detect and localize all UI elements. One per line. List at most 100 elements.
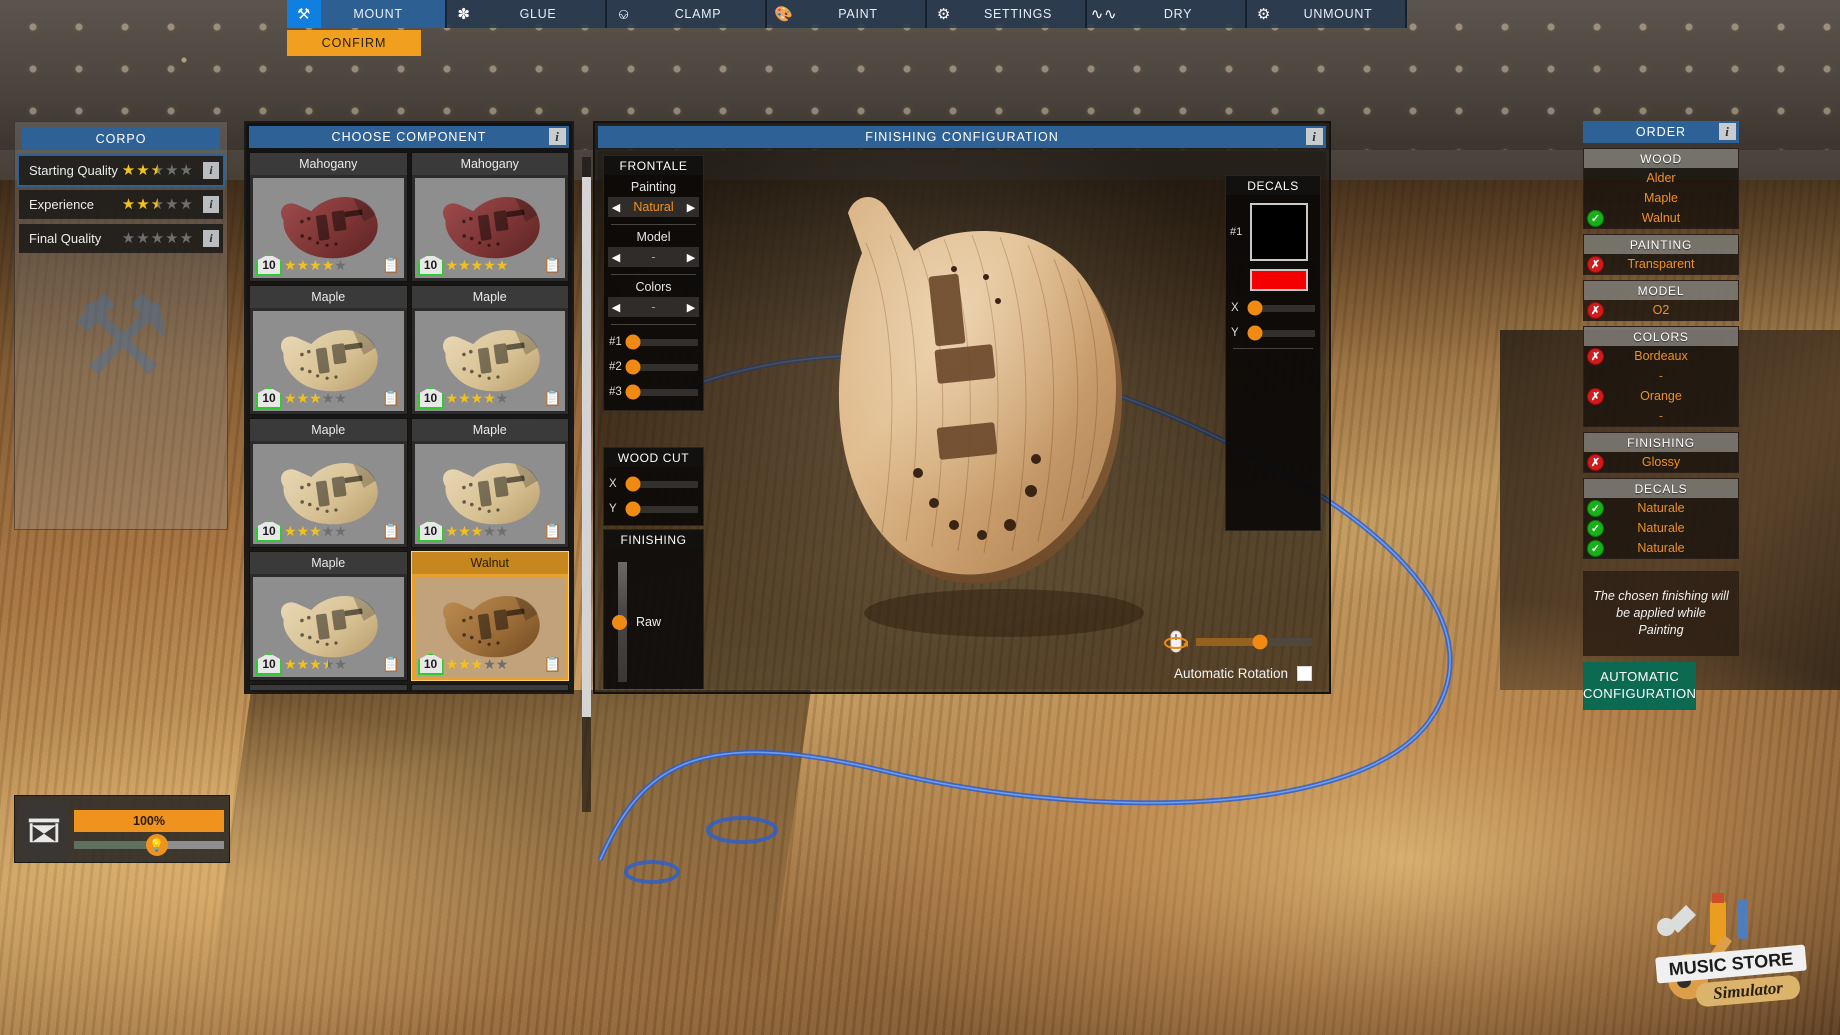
- slider-track[interactable]: [625, 359, 698, 375]
- automatic-rotation-row[interactable]: Automatic Rotation: [1174, 666, 1312, 681]
- guitar-preview-viewport[interactable]: FRONTALE Painting ◀ Natural ▶ Model ◀ - …: [598, 151, 1326, 689]
- component-card[interactable]: Maple 10 ★ ★ ★ ★ ★ 📋: [249, 285, 408, 415]
- slider-knob[interactable]: [625, 334, 641, 350]
- light-bulb-icon[interactable]: 💡: [145, 833, 168, 856]
- slider-knob[interactable]: [625, 501, 641, 517]
- tab-paint[interactable]: 🎨 PAINT: [767, 0, 927, 28]
- tab-unmount[interactable]: ⚙ UNMOUNT: [1247, 0, 1407, 28]
- corpo-stat-row[interactable]: Starting Quality ★ ★ ★ ★ ★ i: [17, 154, 225, 187]
- slider-knob[interactable]: [1247, 300, 1263, 316]
- wood-cut-slider[interactable]: X: [609, 476, 698, 492]
- corpo-stat-row[interactable]: Experience ★ ★ ★ ★ ★ i: [19, 190, 223, 219]
- frontale-slider[interactable]: #3: [609, 384, 698, 400]
- tab-clamp[interactable]: ⎉ CLAMP: [607, 0, 767, 28]
- model-spinner[interactable]: ◀ - ▶: [608, 247, 699, 267]
- corpo-stat-row[interactable]: Final Quality ★ ★ ★ ★ ★ i: [19, 224, 223, 253]
- colors-spinner[interactable]: ◀ - ▶: [608, 297, 699, 317]
- info-icon[interactable]: i: [1719, 123, 1736, 140]
- order-group: WOOD Alder Maple ✓ Walnut: [1583, 148, 1739, 229]
- chevron-right-icon[interactable]: ▶: [683, 301, 699, 314]
- tab-dry[interactable]: ∿∿ DRY: [1087, 0, 1247, 28]
- decal-slider[interactable]: Y: [1231, 325, 1315, 341]
- chevron-right-icon[interactable]: ▶: [683, 251, 699, 264]
- slider-track[interactable]: [625, 334, 698, 350]
- order-item-label: -: [1658, 369, 1664, 383]
- order-item[interactable]: Alder: [1584, 168, 1738, 188]
- model-value: -: [651, 250, 656, 264]
- component-card[interactable]: Walnut10★★★★★📋: [410, 684, 569, 690]
- order-item[interactable]: Maple: [1584, 188, 1738, 208]
- component-card[interactable]: Maple 10 ★ ★ ★ ★ ★ 📋: [410, 285, 569, 415]
- info-icon[interactable]: i: [203, 196, 219, 213]
- component-card[interactable]: Mahogany 10 ★ ★ ★ ★ ★ 📋: [249, 152, 408, 282]
- status-bar: 100% 💡: [14, 795, 230, 863]
- component-card[interactable]: Maple 10 ★ ★ ★ ★ ★ 📋: [249, 418, 408, 548]
- chevron-left-icon[interactable]: ◀: [608, 201, 624, 214]
- order-item[interactable]: ✓ Naturale: [1584, 498, 1738, 518]
- chevron-left-icon[interactable]: ◀: [608, 301, 624, 314]
- check-icon: ✓: [1587, 499, 1604, 517]
- star-rating: ★ ★ ★ ★ ★: [284, 391, 380, 405]
- rotation-slider-track[interactable]: [1196, 634, 1312, 650]
- slider-knob[interactable]: [625, 476, 641, 492]
- component-card[interactable]: Walnut10★★★★★📋: [410, 551, 569, 681]
- info-icon[interactable]: i: [1306, 128, 1323, 145]
- tab-settings[interactable]: ⚙ SETTINGS: [927, 0, 1087, 28]
- component-card[interactable]: Walnut10★★★★★📋: [249, 684, 408, 690]
- automatic-rotation-checkbox[interactable]: [1297, 666, 1312, 681]
- order-item[interactable]: ✓ Naturale: [1584, 518, 1738, 538]
- order-item[interactable]: -: [1584, 406, 1738, 426]
- decal-color-swatch[interactable]: [1250, 269, 1308, 291]
- confirm-button[interactable]: CONFIRM: [287, 30, 421, 56]
- decal-slot-1[interactable]: #1: [1230, 203, 1314, 261]
- wood-cut-slider[interactable]: Y: [609, 501, 698, 517]
- slider-track[interactable]: [625, 501, 698, 517]
- star-rating: ★ ★ ★ ★ ★: [284, 524, 380, 538]
- component-card[interactable]: Maple 10 ★ ★ ★ ★ ★ 📋: [249, 551, 408, 681]
- decal-preview-box[interactable]: [1250, 203, 1308, 261]
- order-item[interactable]: ✓ Walnut: [1584, 208, 1738, 228]
- info-icon[interactable]: i: [203, 230, 219, 247]
- tab-label: UNMOUNT: [1303, 7, 1373, 21]
- order-item[interactable]: ✗ O2: [1584, 300, 1738, 320]
- tab-mount[interactable]: ⚒ MOUNT: [287, 0, 447, 28]
- slider-knob[interactable]: [1247, 325, 1263, 341]
- finishing-vertical-knob[interactable]: [612, 615, 627, 630]
- order-item[interactable]: ✗ Bordeaux: [1584, 346, 1738, 366]
- frontale-slider[interactable]: #2: [609, 359, 698, 375]
- automatic-configuration-button[interactable]: AUTOMATIC CONFIGURATION: [1583, 661, 1697, 710]
- slider-track[interactable]: [625, 384, 698, 400]
- floor-light-glow-secondary: [0, 700, 580, 1035]
- star-rating: ★ ★ ★ ★ ★: [446, 524, 542, 538]
- info-icon[interactable]: i: [203, 162, 219, 179]
- slider-label: X: [1231, 302, 1239, 314]
- painting-spinner[interactable]: ◀ Natural ▶: [608, 197, 699, 217]
- info-icon[interactable]: i: [549, 128, 566, 145]
- chevron-left-icon[interactable]: ◀: [608, 251, 624, 264]
- light-slider-track[interactable]: 💡: [74, 833, 224, 856]
- order-item[interactable]: ✓ Naturale: [1584, 538, 1738, 558]
- chevron-right-icon[interactable]: ▶: [683, 201, 699, 214]
- component-list-scrollbar[interactable]: [582, 157, 591, 812]
- slider-knob[interactable]: [625, 359, 641, 375]
- star: ★: [121, 196, 136, 213]
- order-item[interactable]: ✗ Orange: [1584, 386, 1738, 406]
- slider-knob[interactable]: [625, 384, 641, 400]
- order-item[interactable]: ✗ Transparent: [1584, 254, 1738, 274]
- component-card[interactable]: Maple 10 ★ ★ ★ ★ ★ 📋: [410, 418, 569, 548]
- tab-glue[interactable]: ✽ GLUE: [447, 0, 607, 28]
- slider-track[interactable]: [1247, 300, 1315, 316]
- frontale-slider[interactable]: #1: [609, 334, 698, 350]
- order-item[interactable]: -: [1584, 366, 1738, 386]
- component-name: Maple: [411, 419, 568, 441]
- component-card[interactable]: Mahogany 10 ★ ★ ★ ★ ★ 📋: [410, 152, 569, 282]
- component-grid: Mahogany 10 ★ ★ ★ ★ ★ 📋 Mahogany 10 ★ ★ ★ ★ ★ 📋 Maple 10 ★…: [249, 152, 569, 690]
- close-icon: ✗: [1587, 347, 1604, 365]
- order-item[interactable]: ✗ Glossy: [1584, 452, 1738, 472]
- scrollbar-thumb[interactable]: [582, 177, 591, 717]
- slider-track[interactable]: [1247, 325, 1315, 341]
- rotation-slider-knob[interactable]: [1252, 634, 1268, 650]
- decal-slider[interactable]: X: [1231, 300, 1315, 316]
- slider-track[interactable]: [625, 476, 698, 492]
- component-thumbnail-area: 10 ★ ★ ★ ★ ★ 📋: [414, 444, 565, 544]
